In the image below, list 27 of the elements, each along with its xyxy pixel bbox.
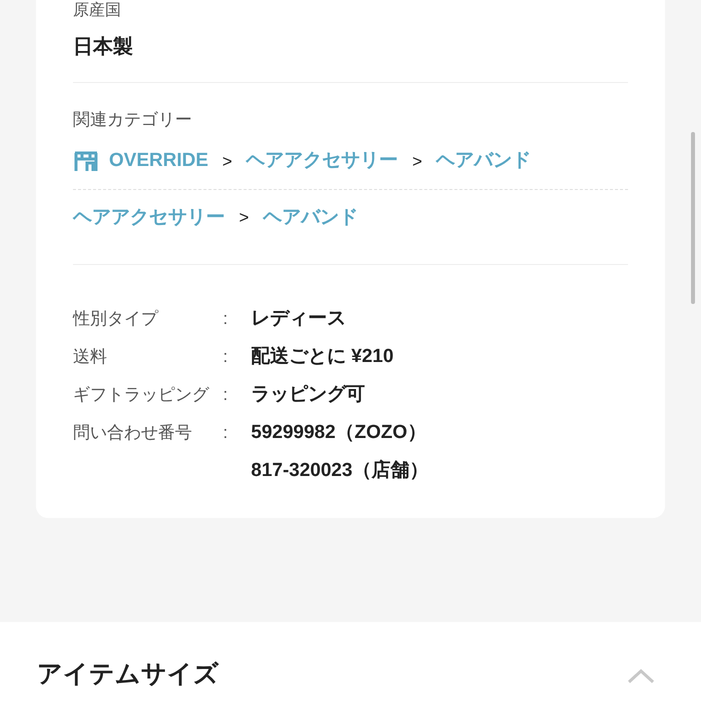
- breadcrumb-separator: >: [412, 150, 422, 173]
- category-link[interactable]: ヘアバンド: [262, 204, 358, 232]
- detail-value: 59299982（ZOZO）: [251, 421, 428, 445]
- category-link[interactable]: ヘアバンド: [436, 147, 532, 176]
- field-value: 日本製: [73, 35, 134, 60]
- category-link[interactable]: ヘアアクセサリー: [246, 147, 398, 176]
- breadcrumb-separator: >: [222, 150, 232, 173]
- detail-label: 送料: [73, 346, 108, 368]
- section-title: アイテムサイズ: [37, 659, 219, 690]
- colon: :: [223, 308, 229, 330]
- shop-icon: [73, 150, 99, 172]
- detail-value: 817-320023（店舗）: [251, 458, 430, 483]
- category-link[interactable]: ヘアアクセサリー: [73, 204, 225, 232]
- colon: :: [223, 384, 229, 406]
- chevron-up-icon[interactable]: [627, 668, 655, 684]
- colon: :: [223, 422, 229, 444]
- colon: :: [223, 346, 229, 368]
- breadcrumb-separator: >: [239, 207, 249, 230]
- detail-value: ラッピング可: [251, 383, 366, 407]
- detail-label: ギフトラッピング: [73, 384, 210, 406]
- field-label: 原産国: [73, 1, 122, 21]
- section-label: 関連カテゴリー: [73, 109, 193, 131]
- detail-value: 配送ごとに ¥210: [251, 345, 395, 369]
- category-link[interactable]: OVERRIDE: [109, 147, 208, 176]
- detail-label: 性別タイプ: [73, 308, 160, 330]
- detail-value: レディース: [251, 307, 347, 331]
- detail-label: 問い合わせ番号: [73, 422, 193, 444]
